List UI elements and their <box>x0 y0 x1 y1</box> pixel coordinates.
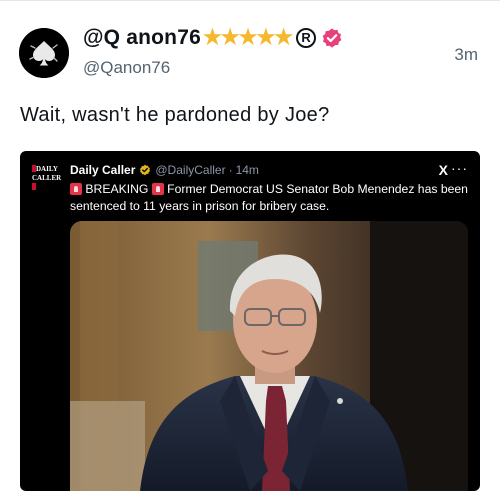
avatar[interactable] <box>19 28 69 78</box>
news-photo <box>70 221 468 491</box>
embedded-screenshot[interactable]: DAILY CALLER Daily Caller @DailyCaller ·… <box>20 151 480 491</box>
star-rating-icon: ★★★★★ <box>202 26 293 49</box>
daily-caller-logo: DAILY CALLER <box>32 165 64 191</box>
embed-separator: · <box>228 163 233 177</box>
embed-headline: BREAKING Former Democrat US Senator Bob … <box>70 181 470 215</box>
post-text: Wait, wasn't he pardoned by Joe? <box>20 104 330 126</box>
gold-verified-badge-icon <box>140 164 151 176</box>
embed-time: 14m <box>235 163 259 177</box>
display-name-text: @Q anon76 <box>83 25 201 49</box>
registered-mark-icon: R <box>296 27 317 48</box>
embed-account-name: Daily Caller <box>70 163 136 177</box>
post-timestamp[interactable]: 3m <box>454 45 478 65</box>
logo-line-2: CALLER <box>32 174 62 182</box>
embed-header: Daily Caller @DailyCaller · 14m <box>70 163 259 177</box>
pink-verified-badge-icon <box>322 27 342 48</box>
siren-icon <box>151 183 164 195</box>
display-name[interactable]: @Q anon76 ★★★★★ R <box>83 25 343 50</box>
breaking-label: BREAKING <box>85 182 149 196</box>
user-handle[interactable]: @Qanon76 <box>83 58 170 78</box>
embed-account-handle: @DailyCaller <box>155 163 226 177</box>
man-in-suit-photo <box>70 221 468 491</box>
more-options-icon: ··· <box>451 160 468 176</box>
x-logo-icon: X <box>438 162 448 178</box>
spade-avatar-icon <box>19 28 69 78</box>
post-card[interactable]: @Q anon76 ★★★★★ R @Qanon76 3m Wait, wasn… <box>0 0 500 500</box>
siren-icon <box>70 183 82 195</box>
logo-line-1: DAILY <box>36 165 58 173</box>
